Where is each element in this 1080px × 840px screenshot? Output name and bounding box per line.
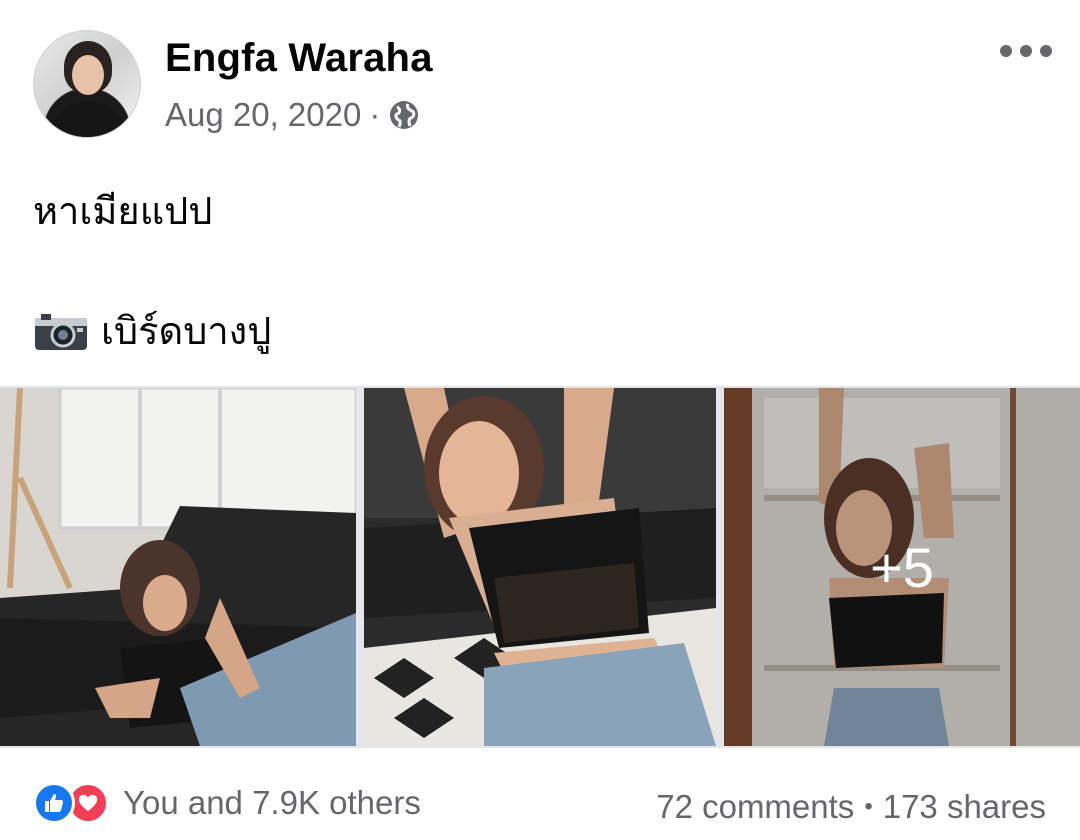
post-text-line1: หาเมียแปป (33, 189, 213, 233)
photo-2[interactable] (364, 388, 716, 746)
reactions-count: You and 7.9K others (123, 784, 421, 821)
engagement-stats: 72 comments • 173 shares (656, 788, 1046, 826)
post-footer: You and 7.9K others 72 comments • 173 sh… (0, 760, 1080, 840)
author-name[interactable]: Engfa Waraha (165, 36, 433, 81)
reactions-summary[interactable]: You and 7.9K others (33, 782, 421, 824)
globe-icon (388, 99, 420, 131)
more-photos-overlay[interactable]: +5 (724, 388, 1080, 746)
post-header: Engfa Waraha Aug 20, 2020 · (0, 0, 1080, 150)
stats-separator: • (864, 793, 873, 820)
comments-count[interactable]: 72 comments (656, 788, 854, 826)
photo-grid: +5 (0, 386, 1080, 748)
post-meta: Aug 20, 2020 · (165, 96, 420, 134)
post-text-line2-label: เบิร์ดบางปู (101, 309, 272, 353)
post-date[interactable]: Aug 20, 2020 (165, 96, 361, 134)
like-icon (33, 782, 75, 824)
photo-3[interactable]: +5 (724, 388, 1080, 746)
shares-count[interactable]: 173 shares (883, 788, 1046, 826)
meta-separator: · (369, 96, 381, 133)
camera-icon (33, 310, 89, 352)
more-horizontal-icon[interactable] (1000, 40, 1052, 62)
avatar[interactable] (33, 30, 141, 138)
photo-1[interactable] (0, 388, 356, 746)
post-text-line2: เบิร์ดบางปู (33, 308, 271, 354)
